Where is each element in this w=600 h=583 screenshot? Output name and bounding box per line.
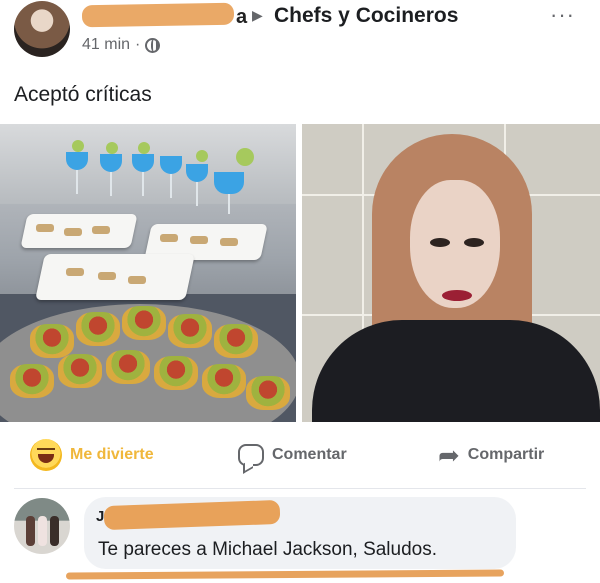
tartlet bbox=[154, 356, 198, 390]
glass-stem bbox=[196, 178, 198, 206]
glass-garnish bbox=[138, 142, 150, 154]
share-arrow-icon: ➦ bbox=[438, 440, 460, 470]
author-avatar[interactable] bbox=[14, 1, 70, 57]
post-timestamp[interactable]: 41 min bbox=[82, 36, 130, 54]
glass-stem bbox=[76, 166, 78, 194]
tartlet bbox=[30, 324, 74, 358]
canape bbox=[36, 224, 54, 232]
post-photo-selfie[interactable] bbox=[302, 124, 600, 422]
author-name-redaction bbox=[81, 2, 235, 28]
tartlet bbox=[202, 364, 246, 398]
post-meta: 41 min · bbox=[82, 36, 161, 54]
canape bbox=[92, 226, 110, 234]
post-text: Aceptó críticas bbox=[14, 83, 152, 106]
more-options-button[interactable]: ··· bbox=[550, 2, 575, 28]
tartlet bbox=[168, 314, 212, 348]
comment-label: Comentar bbox=[272, 446, 347, 463]
globe-icon bbox=[145, 37, 161, 53]
photo-person-eye bbox=[430, 238, 450, 247]
canape bbox=[98, 272, 116, 280]
glass-garnish bbox=[72, 140, 84, 152]
share-button[interactable]: ➦ Compartir bbox=[438, 436, 544, 474]
reaction-button[interactable]: Me divierte bbox=[30, 436, 154, 474]
photo-person-clothes bbox=[312, 320, 600, 422]
canape bbox=[66, 268, 84, 276]
canape bbox=[160, 234, 178, 242]
triangle-right-icon: ▶ bbox=[252, 7, 263, 23]
tartlet bbox=[246, 376, 290, 410]
comment-button[interactable]: Comentar bbox=[238, 436, 347, 474]
tartlet bbox=[122, 306, 166, 340]
tartlet bbox=[106, 350, 150, 384]
canape bbox=[220, 238, 238, 246]
group-name-link[interactable]: Chefs y Cocineros bbox=[274, 4, 458, 28]
meta-separator: · bbox=[135, 36, 141, 53]
photo-person-lips bbox=[442, 290, 472, 301]
laughing-emoji-icon bbox=[30, 439, 62, 471]
glass-stem bbox=[170, 170, 172, 198]
glass-stem bbox=[142, 168, 144, 196]
glass-garnish bbox=[196, 150, 208, 162]
cocktail-glass bbox=[214, 172, 244, 194]
canape bbox=[190, 236, 208, 244]
canape bbox=[128, 276, 146, 284]
actions-divider bbox=[14, 488, 586, 489]
glass-garnish bbox=[106, 142, 118, 154]
glass-stem bbox=[110, 168, 112, 196]
tartlet bbox=[76, 312, 120, 346]
photo-person-eye bbox=[464, 238, 484, 247]
speech-bubble-icon bbox=[238, 444, 264, 466]
share-label: Compartir bbox=[467, 446, 545, 463]
tartlet bbox=[58, 354, 102, 388]
photo-person-face bbox=[410, 180, 500, 308]
post-header: a ▶ Chefs y Cocineros 41 min · ··· bbox=[0, 0, 600, 72]
author-name-tail[interactable]: a bbox=[236, 6, 247, 29]
commenter-avatar[interactable] bbox=[14, 498, 70, 554]
glass-garnish bbox=[236, 148, 254, 166]
post-photo-food[interactable] bbox=[0, 124, 296, 422]
reaction-label: Me divierte bbox=[70, 446, 154, 463]
comment-text: Te pareces a Michael Jackson, Saludos. bbox=[98, 539, 438, 560]
tartlet bbox=[214, 324, 258, 358]
canape bbox=[64, 228, 82, 236]
tartlet bbox=[10, 364, 54, 398]
post-actions-bar: Me divierte Comentar ➦ Compartir bbox=[0, 436, 600, 476]
comment-footer-redaction bbox=[65, 569, 505, 580]
